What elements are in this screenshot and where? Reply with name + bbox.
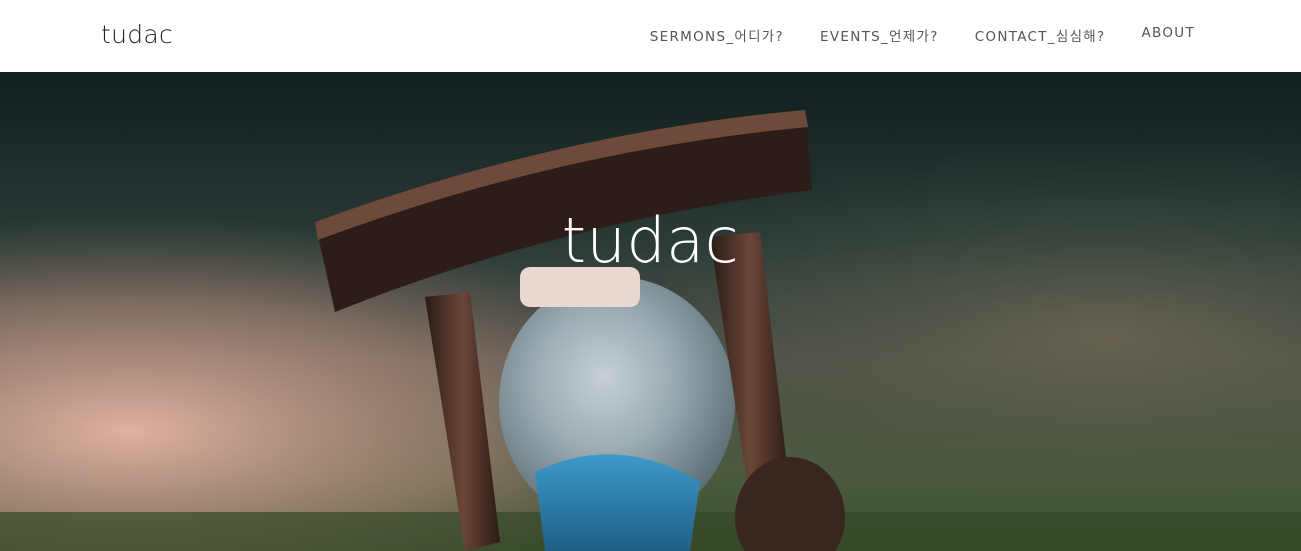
nav-item-sermons[interactable]: SERMONS_어디가? xyxy=(650,25,784,45)
main-nav: SERMONS_어디가? EVENTS_언제가? CONTACT_심심해? AB… xyxy=(650,25,1195,45)
nav-item-about[interactable]: ABOUT xyxy=(1141,25,1195,45)
nav-item-contact[interactable]: CONTACT_심심해? xyxy=(975,25,1106,45)
site-header: tudac SERMONS_어디가? EVENTS_언제가? CONTACT_심… xyxy=(0,0,1301,72)
hero-title: tudac xyxy=(561,204,740,277)
nav-item-events[interactable]: EVENTS_언제가? xyxy=(820,25,939,45)
hero-banner: tudac xyxy=(0,72,1301,551)
site-logo[interactable]: tudac xyxy=(101,20,173,49)
hero-hourglass-image xyxy=(0,72,1301,551)
